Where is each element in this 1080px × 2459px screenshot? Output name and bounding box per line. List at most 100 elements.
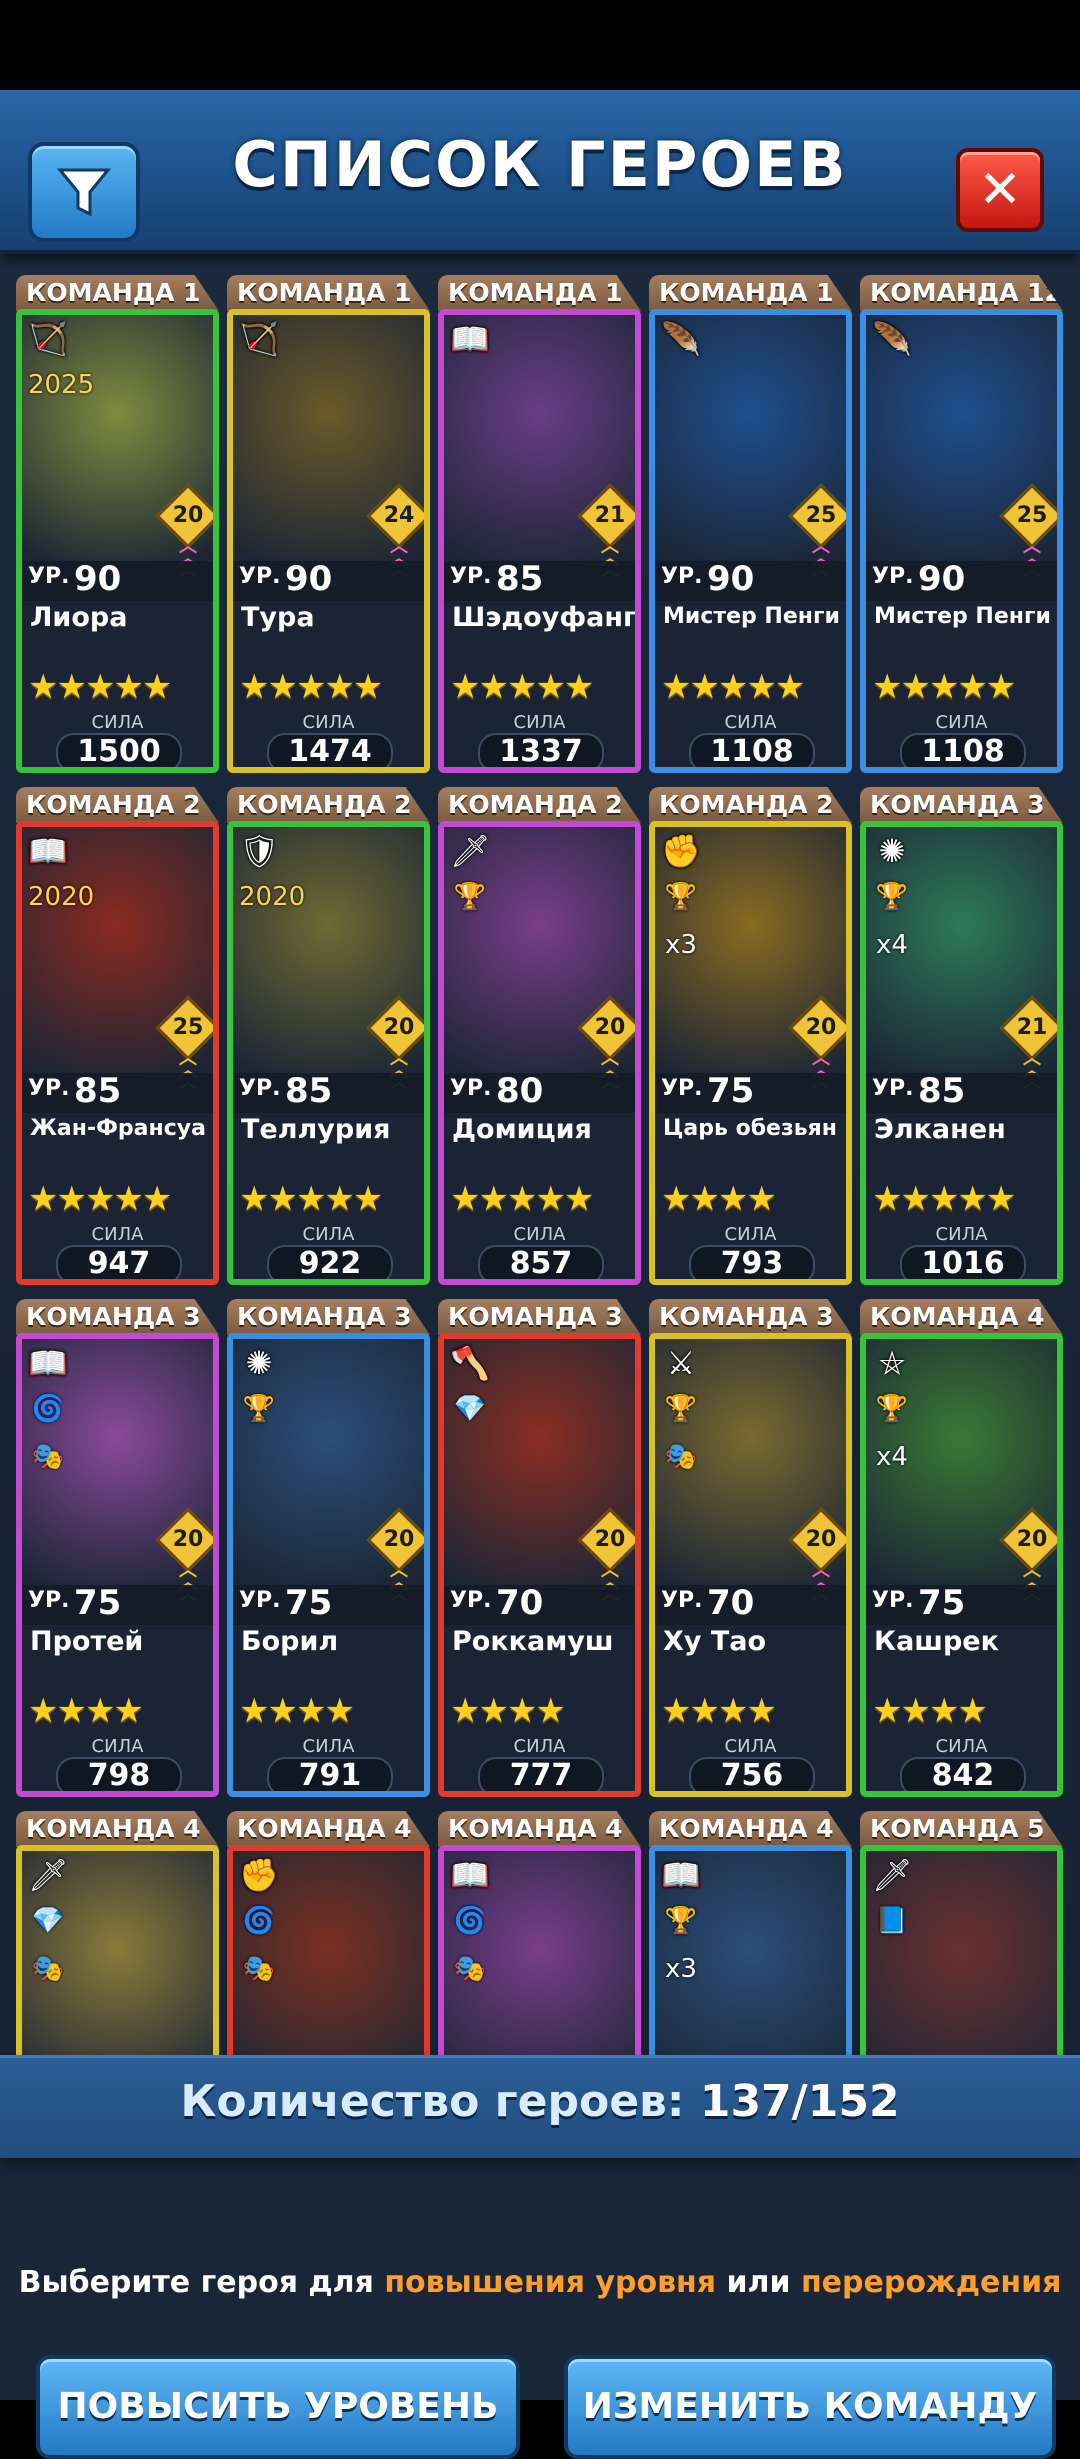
hero-power: 1474 <box>267 733 393 767</box>
hero-frame: ⚔🏆🎭20︿︿︿УР.70Ху Тао★★★★СИЛА756 <box>649 1333 852 1797</box>
team-label: КОМАНДА 2 <box>649 787 852 823</box>
hero-card[interactable]: КОМАНДА 5 🗡 📘 <box>860 1811 1063 2055</box>
hero-name: Мистер Пенги <box>874 604 1051 629</box>
hero-card[interactable]: КОМАНДА 3✺🏆20︿︿︿УР.75Борил★★★★СИЛА791 <box>227 1299 430 1797</box>
hero-name: Царь обезьян <box>663 1116 837 1141</box>
hero-card[interactable]: КОМАНДА 4 🗡 💎 🎭 <box>16 1811 219 2055</box>
class-icon: 📖 <box>450 1856 490 1894</box>
hero-stars: ★★★★ <box>661 1691 777 1731</box>
hero-card[interactable]: КОМАНДА 3📖🌀🎭20︿︿︿УР.75Протей★★★★СИЛА798 <box>16 1299 219 1797</box>
hero-count: Количество героев: 137/152 <box>0 2076 1080 2127</box>
hero-card[interactable]: КОМАНДА 1📖21︿︿︿УР.85Шэдоуфанг★★★★★СИЛА13… <box>438 275 641 773</box>
hero-card[interactable]: КОМАНДА 1🏹202520︿︿︿УР.90Лиора★★★★★СИЛА15… <box>16 275 219 773</box>
class-icon: 🏹 <box>239 320 279 358</box>
hero-card[interactable]: КОМАНДА 2🛡202020︿︿︿УР.85Теллурия★★★★★СИЛ… <box>227 787 430 1285</box>
power-label: СИЛА <box>935 1736 988 1757</box>
team-label: КОМАНДА 1 <box>227 275 430 311</box>
hero-card[interactable]: КОМАНДА 1🪶25︿︿︿УР.90Мистер Пенги★★★★★СИЛ… <box>649 275 852 773</box>
level-bar: УР. 85 <box>233 1071 424 1113</box>
hero-card[interactable]: КОМАНДА 3✺🏆x421︿︿︿УР.85Элканен★★★★★СИЛА1… <box>860 787 1063 1285</box>
hero-level: 70 <box>496 1583 544 1623</box>
level-bar: УР. 90 <box>655 559 846 601</box>
class-icon: 📖 <box>28 1344 68 1382</box>
power-label: СИЛА <box>91 712 144 733</box>
hero-frame: 📖202025︿︿︿УР.85Жан-Франсуа★★★★★СИЛА947 <box>16 821 219 1285</box>
class-icon: 🪶 <box>661 320 701 358</box>
hero-frame: 🛡202020︿︿︿УР.85Теллурия★★★★★СИЛА922 <box>227 821 430 1285</box>
hero-power: 1108 <box>689 733 815 767</box>
hero-level: 75 <box>285 1583 333 1623</box>
team-label: КОМАНДА 4 <box>860 1299 1063 1335</box>
class-icon: 📖 <box>28 832 68 870</box>
hero-stars: ★★★★★ <box>872 667 1016 707</box>
hero-power: 842 <box>900 1757 1026 1791</box>
hero-card[interactable]: КОМАНДА 4⛤🏆x420︿︿︿УР.75Кашрек★★★★СИЛА842 <box>860 1299 1063 1797</box>
hero-card[interactable]: КОМАНДА 1🏹24︿︿︿УР.90Тура★★★★★СИЛА1474 <box>227 275 430 773</box>
hero-frame: 🗡 💎 🎭 <box>16 1845 219 2055</box>
class-icon: ✺ <box>878 832 906 870</box>
hero-card[interactable]: КОМАНДА 3⚔🏆🎭20︿︿︿УР.70Ху Тао★★★★СИЛА756 <box>649 1299 852 1797</box>
class-icon: 🪓 <box>450 1344 490 1382</box>
bonus-icon: 2025 <box>28 370 95 400</box>
hero-level: 70 <box>707 1583 755 1623</box>
bonus-icon: 🌀 <box>453 1906 487 1936</box>
bonus-icon: 🎭 <box>453 1954 487 1984</box>
hero-level: 85 <box>918 1071 966 1111</box>
hero-frame: 🏹202520︿︿︿УР.90Лиора★★★★★СИЛА1500 <box>16 309 219 773</box>
rank-badge-value: 20 <box>594 1527 626 1552</box>
bonus-icon: 🏆 <box>664 882 698 912</box>
hero-level: 85 <box>496 559 544 599</box>
rank-badge-value: 25 <box>1016 503 1048 528</box>
hero-frame: 📖🌀🎭20︿︿︿УР.75Протей★★★★СИЛА798 <box>16 1333 219 1797</box>
close-button[interactable]: ✕ <box>956 148 1044 232</box>
hero-frame: 🪶25︿︿︿УР.90Мистер Пенги★★★★★СИЛА1108 <box>649 309 852 773</box>
status-bar <box>0 0 1080 90</box>
level-bar: УР. 85 <box>444 559 635 601</box>
hero-stars: ★★★★ <box>450 1691 566 1731</box>
hero-frame: 📖 🌀 🎭 <box>438 1845 641 2055</box>
hero-name: Мистер Пенги <box>663 604 840 629</box>
hero-count-bar: Количество героев: 137/152 <box>0 2055 1080 2158</box>
hero-card[interactable]: КОМАНДА 4 ✊ 🌀 🎭 <box>227 1811 430 2055</box>
hero-level: 90 <box>74 559 122 599</box>
hint-level-up: повышения уровня <box>384 2265 717 2300</box>
bonus-icon: 🏆 <box>875 1394 909 1424</box>
power-label: СИЛА <box>302 1224 355 1245</box>
hero-card[interactable]: КОМАНДА 2📖202025︿︿︿УР.85Жан-Франсуа★★★★★… <box>16 787 219 1285</box>
power-label: СИЛА <box>302 712 355 733</box>
level-prefix: УР. <box>872 1076 914 1101</box>
team-label: КОМАНДА 5 <box>860 1811 1063 1847</box>
hero-name: Роккамуш <box>452 1626 614 1657</box>
change-team-button[interactable]: ИЗМЕНИТЬ КОМАНДУ <box>564 2355 1056 2459</box>
team-label: КОМАНДА 3 <box>860 787 1063 823</box>
hint-mid: или <box>716 2265 801 2300</box>
team-label: КОМАНДА 2 <box>16 787 219 823</box>
bonus-icon: 📘 <box>875 1906 909 1936</box>
power-label: СИЛА <box>724 1736 777 1757</box>
hero-stars: ★★★★★ <box>450 1179 594 1219</box>
class-icon: 🪶 <box>872 320 912 358</box>
class-icon: 📖 <box>661 1856 701 1894</box>
page-title: СПИСОК ГЕРОЕВ <box>232 128 848 201</box>
rank-badge-value: 20 <box>594 1015 626 1040</box>
hero-list-screen: СПИСОК ГЕРОЕВ ✕ КОМАНДА 1🏹202520︿︿︿УР.90… <box>0 90 1080 2459</box>
level-up-button[interactable]: ПОВЫСИТЬ УРОВЕНЬ <box>36 2355 520 2459</box>
hero-stars: ★★★★★ <box>872 1179 1016 1219</box>
hero-name: Кашрек <box>874 1626 999 1657</box>
hero-card[interactable]: КОМАНДА 2✊🏆x320︿︿︿УР.75Царь обезьян★★★★С… <box>649 787 852 1285</box>
hero-card[interactable]: КОМАНДА 2🗡🏆20︿︿︿УР.80Домиция★★★★★СИЛА857 <box>438 787 641 1285</box>
hero-card[interactable]: КОМАНДА 4 📖 🌀 🎭 <box>438 1811 641 2055</box>
hero-card[interactable]: КОМАНДА 4 📖 🏆 x3 <box>649 1811 852 2055</box>
bonus-icon: 🏆 <box>664 1394 698 1424</box>
hero-level: 80 <box>496 1071 544 1111</box>
hero-grid[interactable]: КОМАНДА 1🏹202520︿︿︿УР.90Лиора★★★★★СИЛА15… <box>0 275 1080 2055</box>
rank-badge-value: 21 <box>594 503 626 528</box>
rank-badge-value: 24 <box>383 503 415 528</box>
hero-card[interactable]: КОМАНДА 3🪓💎20︿︿︿УР.70Роккамуш★★★★СИЛА777 <box>438 1299 641 1797</box>
hero-card[interactable]: КОМАНДА 12🪶25︿︿︿УР.90Мистер Пенги★★★★★СИ… <box>860 275 1063 773</box>
class-icon: ✊ <box>239 1856 279 1894</box>
hero-name: Борил <box>241 1626 339 1657</box>
class-icon: 🗡 <box>872 1856 913 1894</box>
rank-badge-value: 20 <box>383 1015 415 1040</box>
hero-frame: 🏹24︿︿︿УР.90Тура★★★★★СИЛА1474 <box>227 309 430 773</box>
